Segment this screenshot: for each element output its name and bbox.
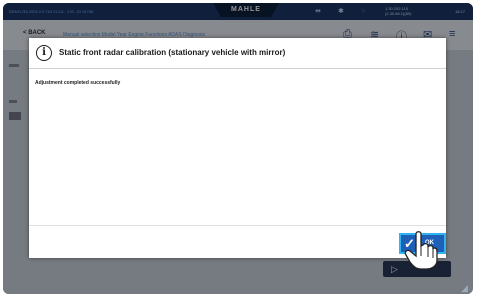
dialog-footer: ✓ OK bbox=[29, 225, 446, 258]
pointer-hand-icon bbox=[404, 231, 438, 270]
calibration-dialog: i Static front radar calibration (statio… bbox=[29, 38, 446, 258]
info-icon: i bbox=[36, 45, 52, 61]
dialog-title: Static front radar calibration (stationa… bbox=[59, 48, 286, 57]
dialog-header: i Static front radar calibration (statio… bbox=[29, 38, 446, 69]
dialog-message: Adjustment completed successfully bbox=[35, 80, 121, 86]
resize-icon[interactable]: ◢ bbox=[461, 283, 468, 294]
